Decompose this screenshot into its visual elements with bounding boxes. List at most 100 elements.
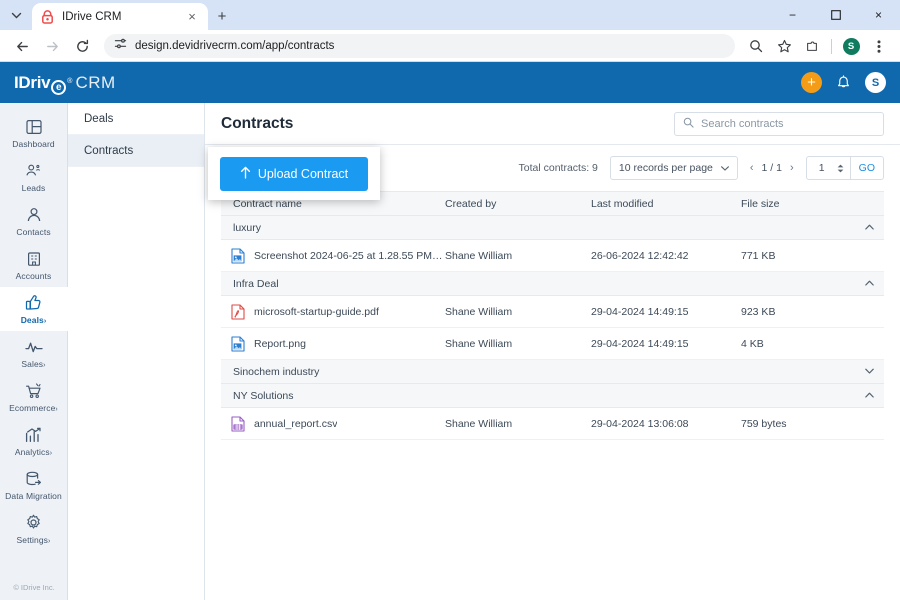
group-name: Infra Deal [233,277,279,290]
created-by-cell: Shane William [445,249,513,262]
toolbar-divider [831,38,832,54]
browser-profile-avatar[interactable]: S [838,33,864,59]
collapse-caret-icon[interactable] [865,279,874,288]
upload-arrow-icon [240,166,251,182]
table-group-row[interactable]: Sinochem industry [221,360,884,384]
table-group-row[interactable]: Infra Deal [221,272,884,296]
extensions-icon[interactable] [799,33,825,59]
sidebar-item-data-migration[interactable]: Data Migration [0,463,68,507]
upload-contract-popover: Upload Contract [208,147,380,200]
next-page-button[interactable]: › [790,162,794,174]
accounts-icon [26,250,42,267]
goto-page-control: 1 GO [805,156,884,180]
main-content: Contracts Search contracts Upload Contra… [205,103,900,600]
maximize-icon[interactable] [814,0,857,30]
table-row[interactable]: Screenshot 2024-06-25 at 1.28.55 PM.png … [221,240,884,272]
bookmark-star-icon[interactable] [771,33,797,59]
sidebar-item-label: Analytics› [14,447,53,457]
records-per-page-value: 10 records per page [618,162,713,174]
sidebar-item-label: Leads [21,183,46,193]
window-close-icon[interactable]: × [857,0,900,30]
new-tab-button[interactable]: + [208,2,236,30]
notification-bell-icon[interactable] [836,74,851,91]
group-name: Sinochem industry [233,365,320,378]
group-name: NY Solutions [233,389,294,402]
sidebar-item-sales[interactable]: Sales› [0,331,68,375]
last-modified-cell: 29-04-2024 14:49:15 [591,305,689,318]
sidebar-item-ecommerce[interactable]: Ecommerce› [0,375,68,419]
collapse-caret-icon[interactable] [865,391,874,400]
upload-contract-button[interactable]: Upload Contract [220,156,368,191]
table-row[interactable]: Report.png Shane William 29-04-2024 14:4… [221,328,884,360]
secondary-sidebar: Deals Contracts [68,103,205,600]
sidebar-item-label: Sales› [21,359,46,369]
upload-contract-label: Upload Contract [257,166,349,181]
last-modified-cell: 29-04-2024 14:49:15 [591,337,689,350]
last-modified-cell: 29-04-2024 13:06:08 [591,417,689,430]
logo-crm-text: CRM [75,72,116,92]
sales-pulse-icon [24,338,43,355]
file-size-cell: 759 bytes [741,417,787,430]
sidebar-item-contacts[interactable]: Contacts [0,199,68,243]
sidebar-item-settings[interactable]: Settings› [0,507,68,551]
file-name-cell: microsoft-startup-guide.pdf [221,303,445,320]
user-avatar[interactable]: S [865,72,886,93]
table-row[interactable]: microsoft-startup-guide.pdf Shane Willia… [221,296,884,328]
chevron-down-icon [720,162,729,174]
sidebar-item-accounts[interactable]: Accounts [0,243,68,287]
last-modified-cell: 26-06-2024 12:42:42 [591,249,689,262]
goto-page-input[interactable]: 1 [807,162,837,174]
data-migration-icon [25,470,42,487]
browser-toolbar: design.devidrivecrm.com/app/contracts S [0,30,900,62]
file-name-cell: annual_report.csv [221,415,445,432]
address-bar[interactable]: design.devidrivecrm.com/app/contracts [104,34,735,58]
add-new-button[interactable]: + [801,72,822,93]
tab-search-dropdown-icon[interactable] [0,0,32,30]
back-icon[interactable] [8,32,36,60]
subnav-item-contracts[interactable]: Contracts [68,135,204,167]
sidebar-item-label: Dashboard [12,139,55,149]
pdf-file-icon [231,303,246,320]
sidebar-item-analytics[interactable]: Analytics› [0,419,68,463]
pagination: ‹ 1 / 1 › [750,162,794,174]
expand-caret-icon[interactable] [865,367,874,376]
subnav-item-deals[interactable]: Deals [68,103,204,135]
contacts-icon [26,206,42,223]
page-title: Contracts [221,114,294,132]
browser-window: IDrive CRM × + − × design.devidrivecrm.c… [0,0,900,600]
png-image-file-icon [231,247,246,264]
column-header-last-modified: Last modified [591,197,654,210]
prev-page-button[interactable]: ‹ [750,162,754,174]
ecommerce-cart-icon [25,382,43,399]
minimize-icon[interactable]: − [771,0,814,30]
column-header-created-by: Created by [445,197,497,210]
table-group-row[interactable]: NY Solutions [221,384,884,408]
records-per-page-select[interactable]: 10 records per page [609,156,738,180]
page-stepper[interactable] [837,164,850,173]
created-by-cell: Shane William [445,337,513,350]
collapse-caret-icon[interactable] [865,223,874,232]
go-button[interactable]: GO [849,157,883,179]
deals-thumbsup-icon [25,294,42,311]
tab-title: IDrive CRM [62,10,122,23]
table-row[interactable]: annual_report.csv Shane William 29-04-20… [221,408,884,440]
sidebar-item-leads[interactable]: Leads [0,155,68,199]
sidebar-item-deals[interactable]: Deals› [0,287,68,331]
png-image-file-icon [231,335,246,352]
search-placeholder: Search contracts [701,117,784,130]
window-controls: − × [771,0,900,30]
idrive-crm-logo[interactable]: IDriv e ® CRM [14,72,116,95]
site-settings-icon[interactable] [114,37,127,55]
chrome-menu-icon[interactable] [866,33,892,59]
leads-icon [25,162,42,179]
reload-icon[interactable] [68,32,96,60]
table-group-row[interactable]: luxury [221,216,884,240]
sidebar-item-label: Settings› [16,535,51,545]
zoom-icon[interactable] [743,33,769,59]
sidebar-item-dashboard[interactable]: Dashboard [0,111,68,155]
search-input[interactable]: Search contracts [674,111,884,136]
browser-tab[interactable]: IDrive CRM × [32,3,208,30]
close-icon[interactable]: × [184,9,200,25]
file-name-cell: Report.png [221,335,445,352]
search-icon [683,115,694,133]
